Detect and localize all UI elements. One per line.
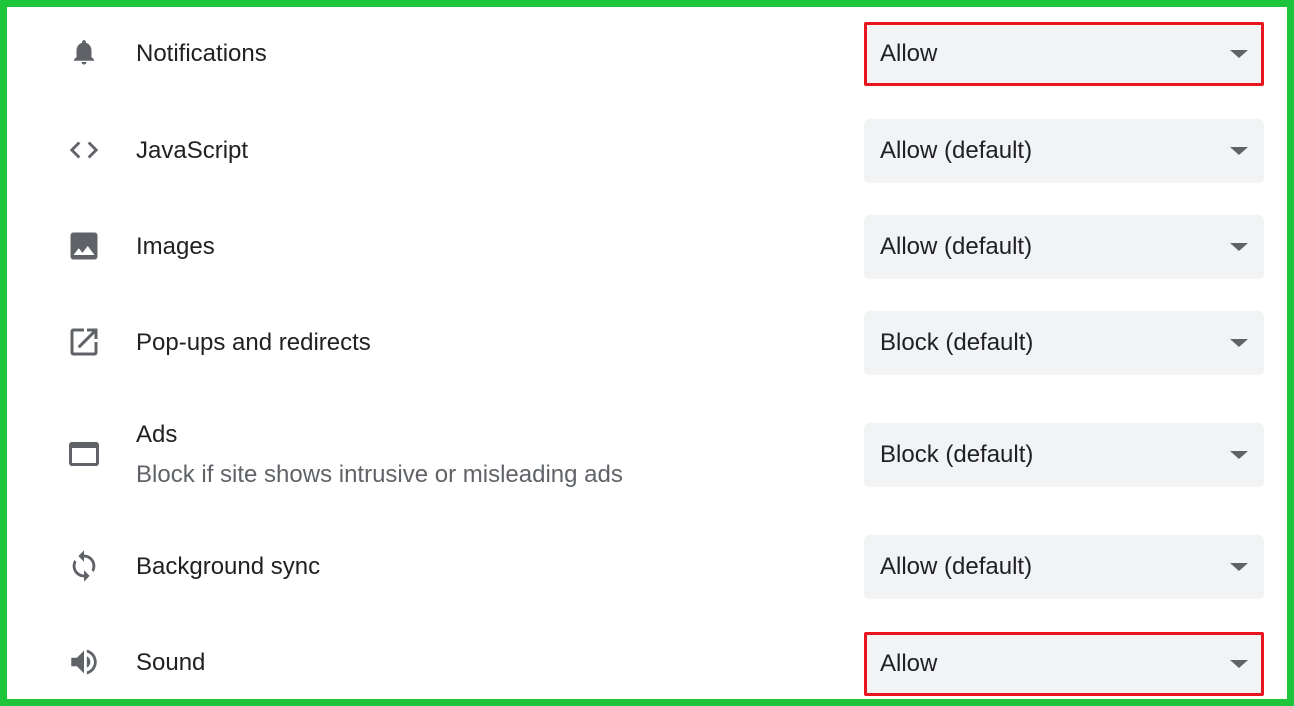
caret-down-icon — [1230, 243, 1248, 251]
caret-down-icon — [1230, 339, 1248, 347]
web-window-icon — [64, 434, 104, 474]
select-value: Allow (default) — [880, 553, 1033, 580]
select-value: Allow (default) — [880, 233, 1033, 260]
setting-description-ads: Block if site shows intrusive or mislead… — [136, 461, 623, 488]
ads-permission-select[interactable]: Block (default) — [864, 423, 1264, 487]
setting-label-sound: Sound — [136, 649, 206, 676]
caret-down-icon — [1230, 451, 1248, 459]
notifications-permission-select[interactable]: Allow — [864, 22, 1264, 86]
sync-icon — [64, 546, 104, 586]
setting-label-images: Images — [136, 233, 215, 260]
select-value: Block (default) — [880, 441, 1034, 468]
background-sync-permission-select[interactable]: Allow (default) — [864, 535, 1264, 599]
select-value: Allow — [880, 650, 938, 677]
caret-down-icon — [1230, 147, 1248, 155]
javascript-permission-select[interactable]: Allow (default) — [864, 119, 1264, 183]
select-value: Allow — [880, 40, 938, 67]
code-icon — [64, 130, 104, 170]
popups-permission-select[interactable]: Block (default) — [864, 311, 1264, 375]
caret-down-icon — [1230, 563, 1248, 571]
caret-down-icon — [1230, 660, 1248, 668]
setting-label-ads: Ads — [136, 421, 178, 448]
select-value: Allow (default) — [880, 137, 1033, 164]
images-permission-select[interactable]: Allow (default) — [864, 215, 1264, 279]
open-in-new-icon — [64, 322, 104, 362]
caret-down-icon — [1230, 50, 1248, 58]
image-icon — [64, 226, 104, 266]
setting-label-notifications: Notifications — [136, 40, 267, 67]
setting-label-javascript: JavaScript — [136, 137, 249, 164]
screenshot-frame: Notifications Allow JavaScript Allow (de… — [0, 0, 1294, 706]
bell-icon — [64, 32, 104, 72]
setting-label-popups: Pop-ups and redirects — [136, 329, 371, 356]
sound-permission-select[interactable]: Allow — [864, 632, 1264, 696]
select-value: Block (default) — [880, 329, 1034, 356]
volume-icon — [64, 642, 104, 682]
setting-label-background-sync: Background sync — [136, 553, 321, 580]
